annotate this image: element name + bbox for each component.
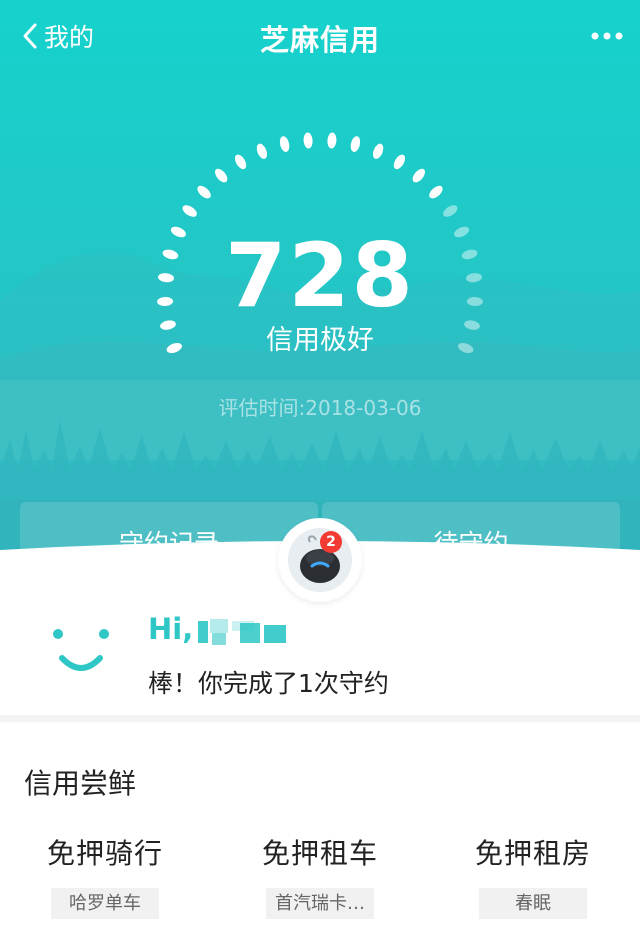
masked-username [198,619,286,645]
service-provider-tag: 哈罗单车 [51,888,159,919]
credit-level-label: 信用极好 [266,325,374,356]
service-name: 免押租车 [261,837,378,870]
service-provider-tag: 春眠 [479,888,587,919]
gauge-tick [256,143,268,159]
service-name: 免押租房 [474,837,591,870]
gauge-tick [372,143,384,159]
evaluation-time: 评估时间:2018-03-06 [218,396,422,420]
gauge-tick [182,205,197,217]
section-title: 信用尝鲜 [24,767,137,800]
service-deposit-free-housing[interactable]: 免押租房 春眠 [433,832,633,919]
gauge-tick [412,168,425,183]
service-name: 免押骑行 [46,837,163,870]
smiley-face-icon [53,629,109,671]
gauge-tick [303,132,313,149]
gauge-tick [215,168,228,183]
credit-trial-section: 信用尝鲜 免押骑行 哈罗单车 免押租车 首汽瑞卡… 免押租房 春眠 [0,722,640,946]
gauge-tick [234,154,247,170]
credit-hero: 我的 芝麻信用 728 信用极好 评估时间:2018-03-06 守约记录 待守… [0,0,640,600]
gauge-tick [350,136,361,152]
gauge-tick [279,136,290,152]
greeting-hi: Hi, [148,612,194,646]
greeting-message: 棒！你完成了1次守约 [148,669,389,698]
service-deposit-free-riding[interactable]: 免押骑行 哈罗单车 [5,832,205,919]
notification-badge: 2 [320,531,342,553]
gauge-tick [429,185,443,199]
credit-score-value: 728 [225,224,415,327]
service-deposit-free-car-rental[interactable]: 免押租车 首汽瑞卡… [220,832,420,919]
gauge-tick [197,185,211,199]
gauge-tick [443,205,458,217]
gauge-tick [393,154,406,170]
gauge-tick [327,132,337,149]
credit-score-gauge [157,132,483,354]
avatar[interactable] [278,518,362,602]
service-provider-tag: 首汽瑞卡… [266,888,374,919]
